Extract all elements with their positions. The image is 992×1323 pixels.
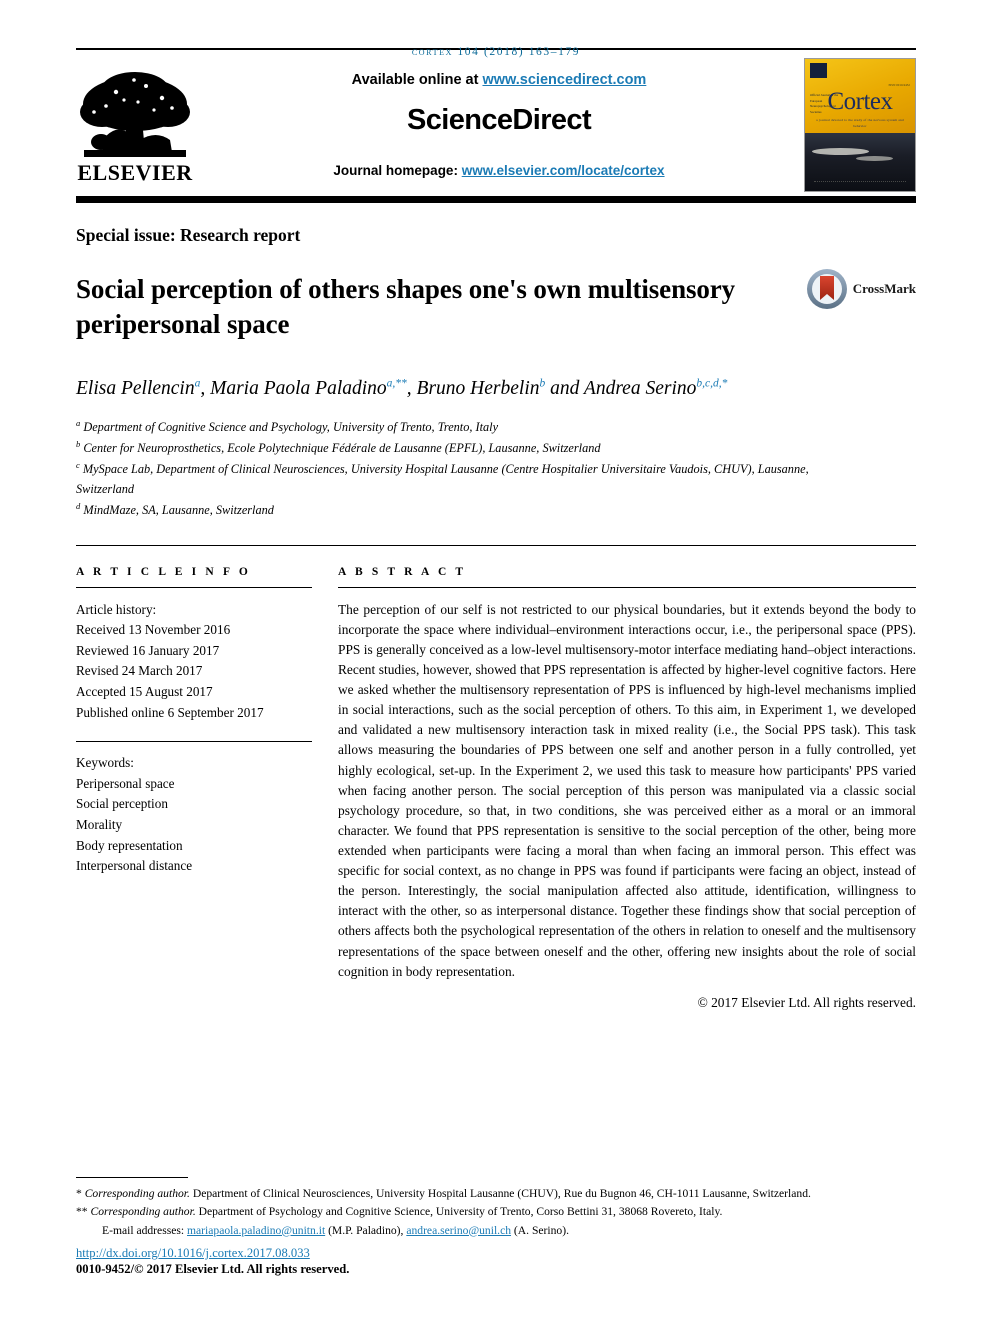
abstract-text: The perception of our self is not restri…	[338, 601, 916, 979]
article-first-page: cortex 104 (2018) 163–179 ELSEVIER Avail…	[0, 0, 992, 1323]
sciencedirect-wordmark: ScienceDirect	[406, 104, 592, 136]
affiliation-text: MySpace Lab, Department of Clinical Neur…	[76, 461, 809, 496]
email-addresses: E-mail addresses: mariapaola.paladino@un…	[76, 1222, 916, 1239]
available-online-prefix: Available online at	[351, 72, 483, 88]
author-name: Bruno Herbelin	[416, 378, 540, 400]
keyword-item: Social perception	[76, 796, 168, 812]
abstract-copyright: © 2017 Elsevier Ltd. All rights reserved…	[697, 994, 916, 1010]
corresponding-author-label: Corresponding author.	[90, 1205, 196, 1219]
affiliation-marker: b	[76, 438, 81, 449]
info-abstract-columns: A R T I C L E I N F O Article history: R…	[76, 566, 916, 1011]
footnotes: * Corresponding author. Department of Cl…	[76, 1176, 916, 1277]
affiliation-list: a Department of Cognitive Science and Ps…	[76, 417, 866, 521]
page-title: Social perception of others shapes one's…	[76, 274, 736, 339]
affiliation-marker: d	[76, 500, 81, 511]
author-name: Elisa Pellencin	[76, 378, 195, 400]
keywords-list: Peripersonal space Social perception Mor…	[76, 774, 312, 877]
keyword-item: Body representation	[76, 837, 183, 853]
author-name: Maria Paola Paladino	[210, 378, 387, 400]
author-conjunction: and	[545, 378, 584, 400]
doi-url[interactable]: http://dx.doi.org/10.1016/j.cortex.2017.…	[76, 1246, 310, 1260]
cover-figure-line	[813, 172, 907, 182]
title-row: Social perception of others shapes one's…	[76, 246, 916, 341]
masthead-bottom-bar	[76, 196, 916, 203]
footnote-marker: *	[76, 1186, 82, 1200]
affiliation-text: Center for Neuroprosthetics, Ecole Polyt…	[83, 440, 601, 455]
author-list: Elisa Pellencina, Maria Paola Paladinoa,…	[76, 377, 728, 400]
email-addresses-label: E-mail addresses:	[102, 1223, 187, 1237]
info-abstract-divider	[76, 544, 916, 546]
journal-homepage-line: Journal homepage: www.elsevier.com/locat…	[194, 163, 804, 178]
svg-text:ELSEVIER: ELSEVIER	[77, 160, 193, 185]
doi-link[interactable]: http://dx.doi.org/10.1016/j.cortex.2017.…	[76, 1246, 916, 1261]
corresponding-author-1: * Corresponding author. Department of Cl…	[76, 1185, 916, 1202]
history-item: Reviewed 16 January 2017	[76, 642, 220, 658]
history-item: Revised 24 March 2017	[76, 663, 203, 679]
elsevier-logo: ELSEVIER	[76, 58, 194, 190]
abstract-column: A B S T R A C T The perception of our se…	[338, 566, 916, 1011]
cover-issn-note: ISSN 0010-9452	[888, 82, 910, 87]
email-attribution: (A. Serino).	[511, 1223, 569, 1237]
affiliation-text: Department of Cognitive Science and Psyc…	[83, 419, 499, 434]
affiliation-item: c MySpace Lab, Department of Clinical Ne…	[76, 459, 866, 500]
author-name: Andrea Serino	[583, 378, 697, 400]
article-info-column: A R T I C L E I N F O Article history: R…	[76, 566, 312, 1011]
corresponding-author-label: Corresponding author.	[84, 1186, 190, 1200]
crossmark-badge[interactable]: CrossMark	[806, 268, 916, 310]
sciencedirect-block: Available online at www.sciencedirect.co…	[194, 58, 804, 178]
article-history-label: Article history:	[76, 601, 157, 617]
affiliation-item: b Center for Neuroprosthetics, Ecole Pol…	[76, 438, 866, 459]
affiliation-item: d MindMaze, SA, Lausanne, Switzerland	[76, 500, 866, 521]
keywords-rule	[76, 741, 312, 743]
author-affil-marker: a	[194, 377, 201, 390]
abstract-heading: A B S T R A C T	[338, 565, 467, 578]
affiliation-text: MindMaze, SA, Lausanne, Switzerland	[83, 502, 274, 517]
author-affil-marker: b,c,d,*	[696, 377, 728, 390]
crossmark-label: CrossMark	[852, 281, 916, 296]
affiliation-marker: a	[76, 417, 81, 428]
running-head: cortex 104 (2018) 163–179	[411, 46, 581, 58]
affiliation-marker: c	[76, 459, 80, 470]
journal-cover-thumbnail: Official Journal of the European Neurops…	[804, 58, 916, 192]
article-info-rule	[76, 586, 312, 588]
cover-elsevier-mark	[810, 63, 827, 78]
issn-copyright-line: 0010-9452/© 2017 Elsevier Ltd. All right…	[76, 1262, 350, 1276]
corresponding-author-2: ** Corresponding author. Department of P…	[76, 1203, 916, 1220]
article-history-list: Received 13 November 2016 Reviewed 16 Ja…	[76, 620, 312, 723]
journal-homepage-link[interactable]: www.elsevier.com/locate/cortex	[462, 163, 665, 178]
history-item: Published online 6 September 2017	[76, 704, 264, 720]
available-online-line: Available online at www.sciencedirect.co…	[194, 72, 804, 88]
email-attribution: (M.P. Paladino),	[325, 1223, 407, 1237]
cover-journal-subtitle: a journal devoted to the study of the ne…	[816, 118, 904, 128]
email-link-serino[interactable]: andrea.serino@unil.ch	[406, 1224, 511, 1237]
corresponding-author-address: Department of Psychology and Cognitive S…	[195, 1205, 723, 1219]
sciencedirect-link[interactable]: www.sciencedirect.com	[482, 72, 646, 88]
footnote-marker: **	[76, 1205, 88, 1219]
article-info-heading: A R T I C L E I N F O	[76, 565, 251, 578]
author-affil-marker: a,**	[386, 377, 407, 390]
history-item: Accepted 15 August 2017	[76, 684, 213, 700]
journal-homepage-prefix: Journal homepage:	[333, 163, 462, 178]
keywords-label: Keywords:	[76, 755, 134, 771]
keyword-item: Interpersonal distance	[76, 858, 193, 874]
abstract-rule	[338, 586, 916, 588]
keyword-item: Peripersonal space	[76, 775, 175, 791]
article-section-label: Special issue: Research report	[76, 225, 301, 245]
footnote-rule	[76, 1176, 188, 1178]
cover-journal-title: Cortex	[827, 88, 893, 116]
corresponding-author-address: Department of Clinical Neurosciences, Un…	[189, 1186, 811, 1200]
cover-bottom-image	[805, 132, 915, 191]
email-link-paladino[interactable]: mariapaola.paladino@unitn.it	[187, 1224, 325, 1237]
affiliation-item: a Department of Cognitive Science and Ps…	[76, 417, 866, 438]
journal-masthead: ELSEVIER Available online at www.science…	[76, 50, 916, 192]
history-item: Received 13 November 2016	[76, 622, 231, 638]
keyword-item: Morality	[76, 817, 123, 833]
